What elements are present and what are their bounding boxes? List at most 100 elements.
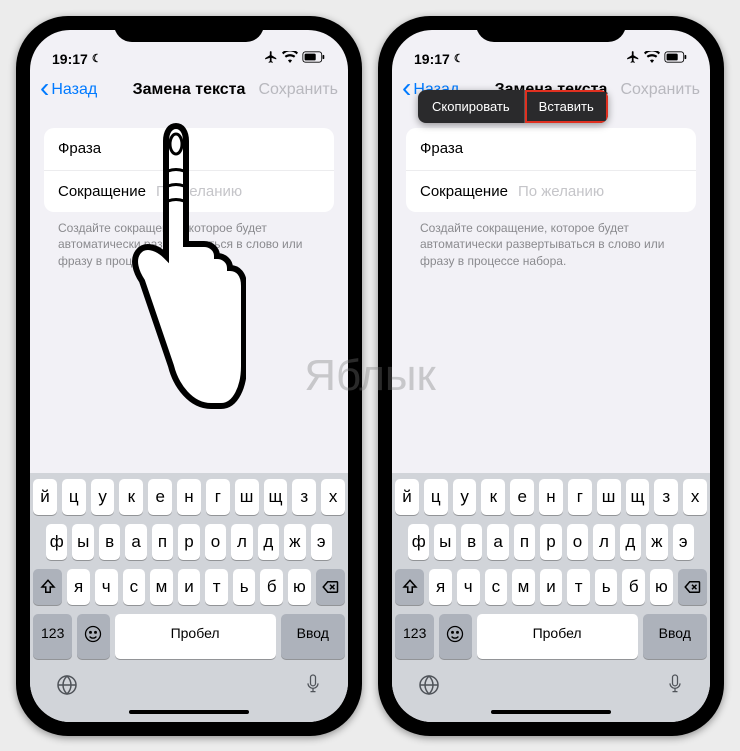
numbers-key[interactable]: 123 <box>33 614 72 659</box>
space-key[interactable]: Пробел <box>115 614 276 659</box>
key-п[interactable]: п <box>514 524 535 560</box>
key-и[interactable]: и <box>540 569 563 605</box>
key-л[interactable]: л <box>231 524 252 560</box>
battery-icon <box>302 50 326 66</box>
key-ю[interactable]: ю <box>288 569 311 605</box>
mic-key[interactable] <box>665 673 685 703</box>
key-т[interactable]: т <box>567 569 590 605</box>
phrase-input[interactable] <box>121 140 320 157</box>
key-а[interactable]: а <box>125 524 146 560</box>
shift-key[interactable] <box>33 569 62 605</box>
key-щ[interactable]: щ <box>626 479 650 515</box>
key-ф[interactable]: ф <box>408 524 429 560</box>
key-ф[interactable]: ф <box>46 524 67 560</box>
key-ч[interactable]: ч <box>95 569 118 605</box>
key-ц[interactable]: ц <box>424 479 448 515</box>
shift-key[interactable] <box>395 569 424 605</box>
phrase-label: Фраза <box>420 140 463 157</box>
key-у[interactable]: у <box>453 479 477 515</box>
numbers-key[interactable]: 123 <box>395 614 434 659</box>
hint-text: Создайте сокращение, которое будет автом… <box>406 212 696 270</box>
key-з[interactable]: з <box>654 479 678 515</box>
back-button[interactable]: Назад <box>40 81 97 99</box>
key-ы[interactable]: ы <box>72 524 93 560</box>
save-button[interactable]: Сохранить <box>258 81 338 99</box>
key-ц[interactable]: ц <box>62 479 86 515</box>
key-ь[interactable]: ь <box>595 569 618 605</box>
keyboard: йцукенгшщзх фывапролджэ ячсмитьбю 123 Пр… <box>30 473 348 722</box>
key-ю[interactable]: ю <box>650 569 673 605</box>
key-д[interactable]: д <box>258 524 279 560</box>
shortcut-input[interactable] <box>156 183 334 200</box>
hint-text: Создайте сокращение, которое будет автом… <box>44 212 334 270</box>
key-щ[interactable]: щ <box>264 479 288 515</box>
key-б[interactable]: б <box>622 569 645 605</box>
status-time: 19:17 <box>52 51 88 67</box>
key-ж[interactable]: ж <box>646 524 667 560</box>
key-х[interactable]: х <box>321 479 345 515</box>
shortcut-input[interactable] <box>518 183 710 200</box>
key-м[interactable]: м <box>150 569 173 605</box>
key-э[interactable]: э <box>311 524 332 560</box>
key-н[interactable]: н <box>539 479 563 515</box>
enter-key[interactable]: Ввод <box>281 614 345 659</box>
key-э[interactable]: э <box>673 524 694 560</box>
key-й[interactable]: й <box>33 479 57 515</box>
key-е[interactable]: е <box>148 479 172 515</box>
enter-key[interactable]: Ввод <box>643 614 707 659</box>
shortcut-row[interactable]: Сокращение <box>44 170 334 212</box>
key-о[interactable]: о <box>567 524 588 560</box>
key-г[interactable]: г <box>206 479 230 515</box>
key-г[interactable]: г <box>568 479 592 515</box>
globe-key[interactable] <box>417 673 441 703</box>
backspace-key[interactable] <box>316 569 345 605</box>
copy-menu-item[interactable]: Скопировать <box>418 90 524 123</box>
shortcut-row[interactable]: Сокращение <box>406 170 696 212</box>
key-ы[interactable]: ы <box>434 524 455 560</box>
key-п[interactable]: п <box>152 524 173 560</box>
key-я[interactable]: я <box>429 569 452 605</box>
key-а[interactable]: а <box>487 524 508 560</box>
battery-icon <box>664 50 688 66</box>
key-ь[interactable]: ь <box>233 569 256 605</box>
key-к[interactable]: к <box>119 479 143 515</box>
key-у[interactable]: у <box>91 479 115 515</box>
key-д[interactable]: д <box>620 524 641 560</box>
space-key[interactable]: Пробел <box>477 614 638 659</box>
phrase-row[interactable]: Фраза <box>406 128 696 170</box>
phrase-row[interactable]: Фраза <box>44 128 334 170</box>
key-ш[interactable]: ш <box>235 479 259 515</box>
key-ч[interactable]: ч <box>457 569 480 605</box>
key-й[interactable]: й <box>395 479 419 515</box>
phrase-input[interactable] <box>483 140 682 157</box>
key-с[interactable]: с <box>485 569 508 605</box>
paste-menu-item[interactable]: Вставить <box>524 90 608 123</box>
key-л[interactable]: л <box>593 524 614 560</box>
key-ж[interactable]: ж <box>284 524 305 560</box>
key-р[interactable]: р <box>540 524 561 560</box>
mic-key[interactable] <box>303 673 323 703</box>
save-button[interactable]: Сохранить <box>620 81 700 99</box>
key-з[interactable]: з <box>292 479 316 515</box>
key-м[interactable]: м <box>512 569 535 605</box>
backspace-key[interactable] <box>678 569 707 605</box>
key-в[interactable]: в <box>99 524 120 560</box>
key-х[interactable]: х <box>683 479 707 515</box>
key-н[interactable]: н <box>177 479 201 515</box>
key-б[interactable]: б <box>260 569 283 605</box>
key-в[interactable]: в <box>461 524 482 560</box>
emoji-key[interactable] <box>77 614 109 659</box>
key-к[interactable]: к <box>481 479 505 515</box>
key-р[interactable]: р <box>178 524 199 560</box>
key-я[interactable]: я <box>67 569 90 605</box>
key-с[interactable]: с <box>123 569 146 605</box>
phone-mockup-left: 19:17 ☾ Назад Замена текста Сохранить <box>16 16 362 736</box>
status-time: 19:17 <box>414 51 450 67</box>
key-т[interactable]: т <box>205 569 228 605</box>
globe-key[interactable] <box>55 673 79 703</box>
key-е[interactable]: е <box>510 479 534 515</box>
emoji-key[interactable] <box>439 614 471 659</box>
key-о[interactable]: о <box>205 524 226 560</box>
key-и[interactable]: и <box>178 569 201 605</box>
key-ш[interactable]: ш <box>597 479 621 515</box>
